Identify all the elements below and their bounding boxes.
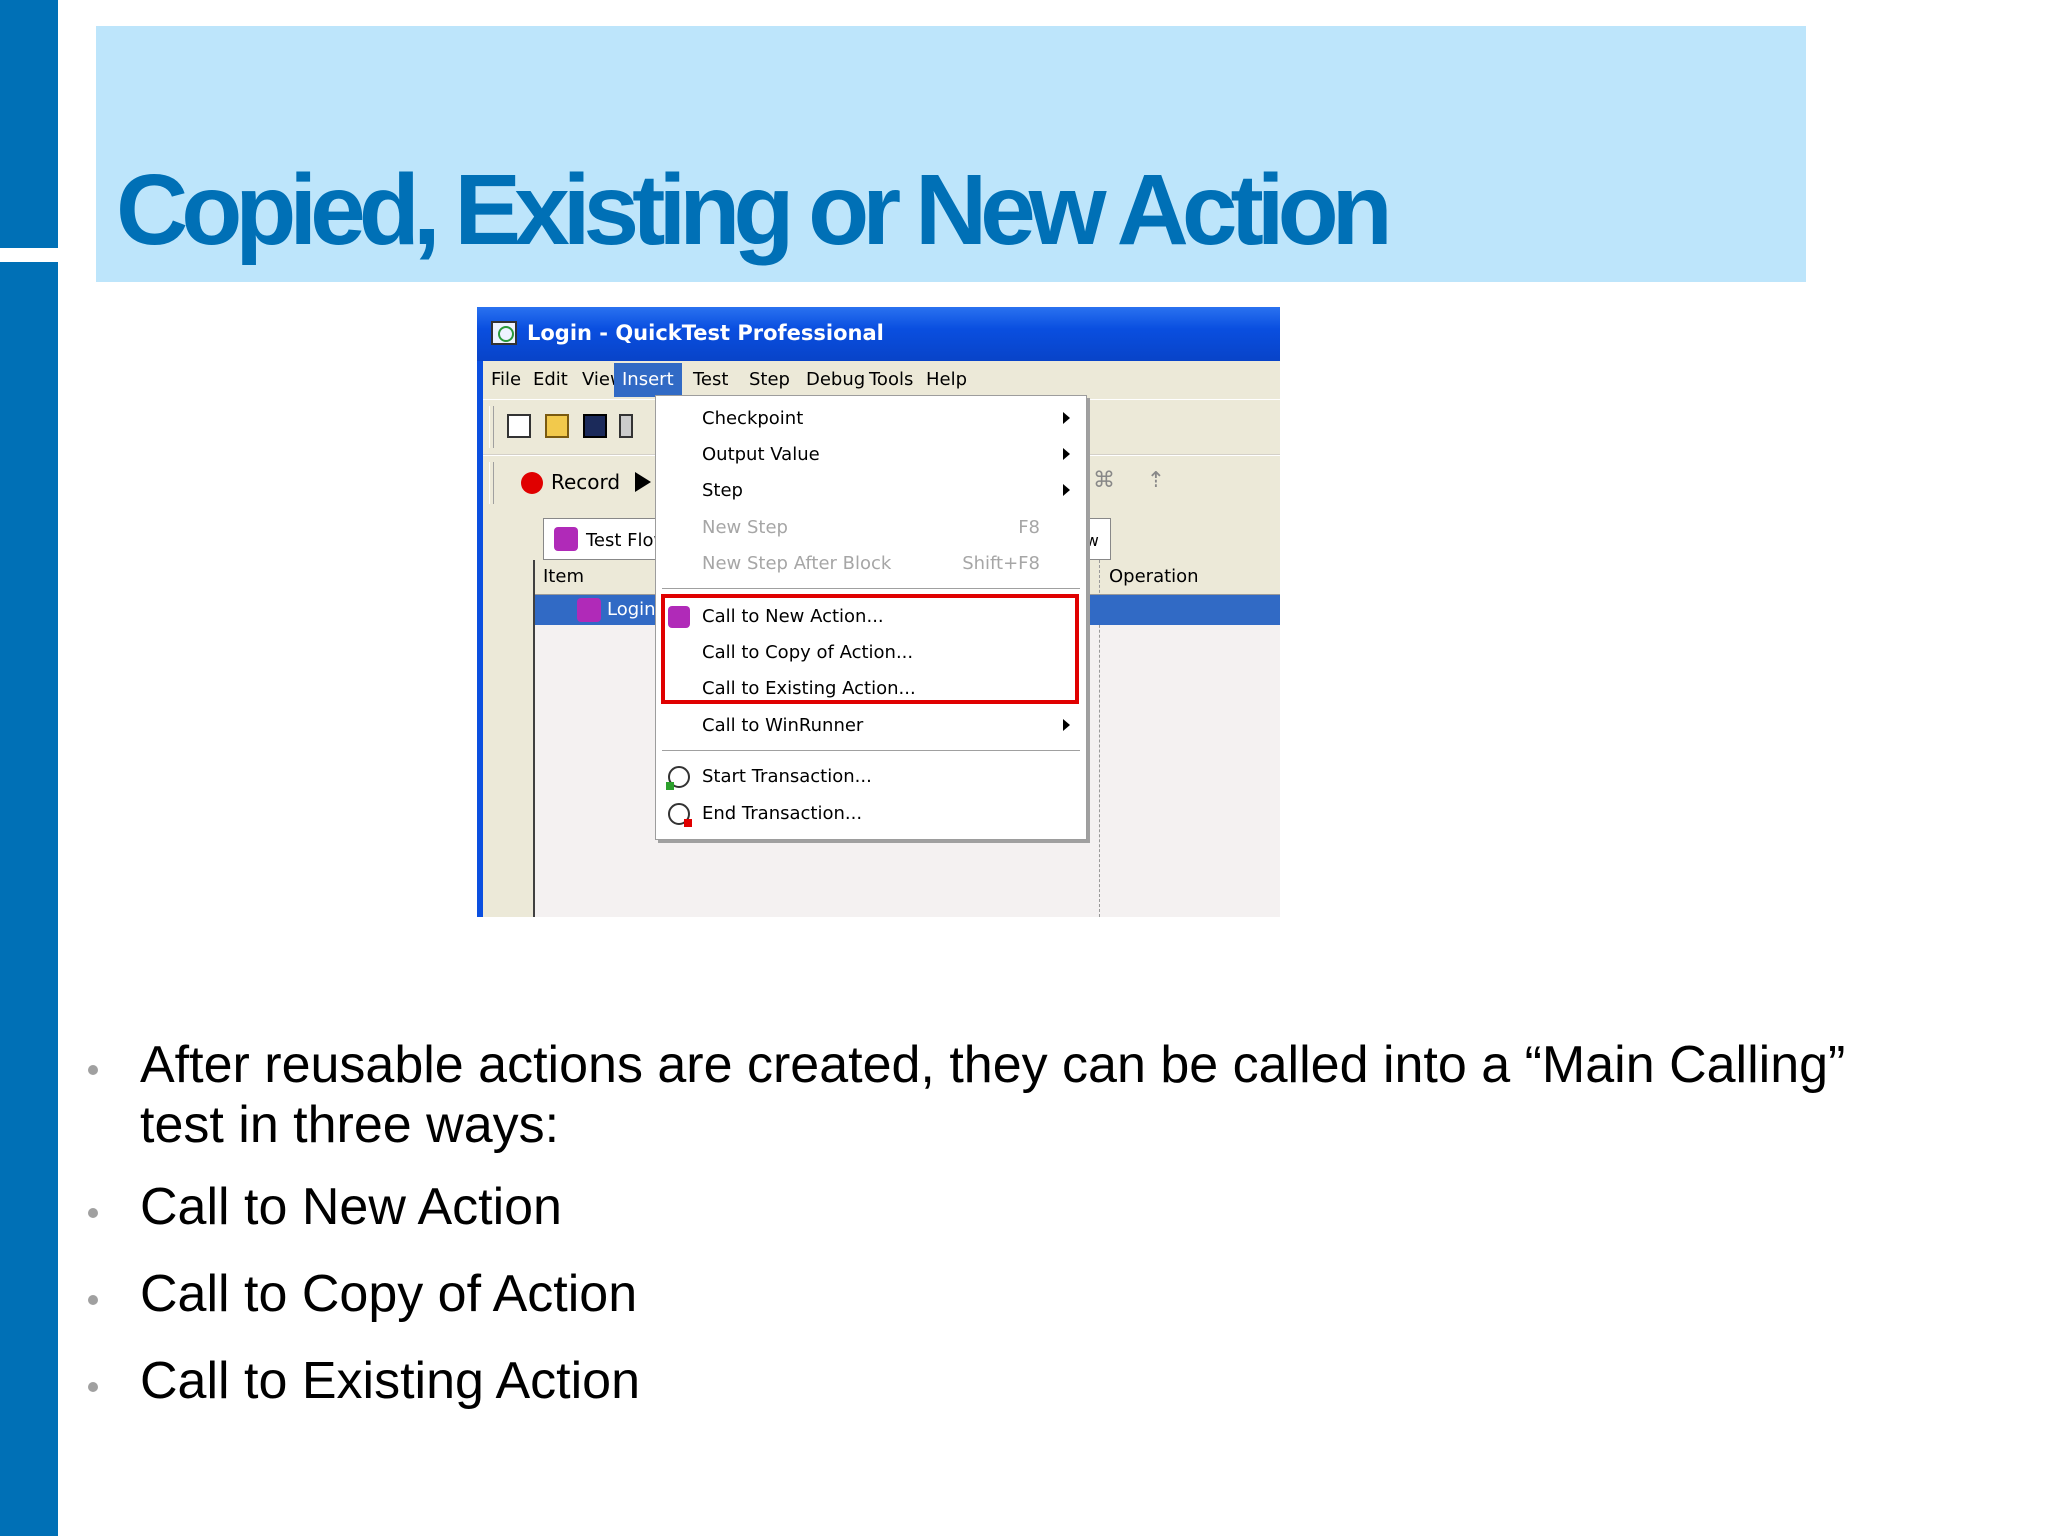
bullet-item: Call to New Action — [140, 1178, 562, 1236]
new-icon[interactable] — [507, 414, 531, 438]
menu-item-label: Checkpoint — [702, 408, 804, 429]
menu-item-output-value[interactable]: Output Value — [656, 436, 1086, 472]
submenu-arrow-icon — [1063, 448, 1070, 460]
menu-separator — [662, 588, 1080, 589]
left-accent-bar-top — [0, 0, 58, 248]
object-spy-icon[interactable]: ⌘ — [1091, 468, 1117, 494]
end-transaction-icon — [668, 803, 692, 827]
menu-item-label: Call to WinRunner — [702, 715, 864, 736]
menu-item-start-transaction[interactable]: Start Transaction... — [656, 758, 1086, 794]
bullet-marker — [88, 1295, 98, 1305]
menu-item-label: End Transaction... — [702, 803, 863, 824]
menu-item-label: New Step After Block — [702, 553, 892, 574]
submenu-arrow-icon — [1063, 719, 1070, 731]
menu-item-shortcut: Shift+F8 — [962, 553, 1040, 574]
menu-separator — [662, 750, 1080, 751]
menu-item-checkpoint[interactable]: Checkpoint — [656, 400, 1086, 436]
menu-item-shortcut: F8 — [1018, 517, 1040, 538]
start-transaction-icon — [666, 766, 690, 790]
open-folder-icon[interactable] — [545, 414, 569, 438]
action-icon — [577, 598, 601, 622]
bullet-item: Call to Existing Action — [140, 1352, 641, 1410]
menu-item-new-step-after-block[interactable]: New Step After Block Shift+F8 — [656, 545, 1086, 581]
menu-item-end-transaction[interactable]: End Transaction... — [656, 795, 1086, 831]
menu-bar: File Edit View Insert Test Step Debug To… — [483, 361, 1280, 399]
record-icon[interactable] — [521, 472, 543, 494]
bullet-marker — [88, 1065, 98, 1075]
submenu-arrow-icon — [1063, 484, 1070, 496]
menu-help[interactable]: Help — [926, 369, 967, 390]
menu-item-label: New Step — [702, 517, 788, 538]
submenu-arrow-icon — [1063, 412, 1070, 424]
slide-title: Copied, Existing or New Action — [116, 154, 1393, 266]
record-button-label[interactable]: Record — [551, 470, 620, 494]
bullet-marker — [88, 1382, 98, 1392]
bullet-item: Call to Copy of Action — [140, 1265, 638, 1323]
run-icon[interactable] — [635, 472, 651, 492]
left-accent-bar-bottom — [0, 262, 58, 1536]
menu-tools[interactable]: Tools — [869, 369, 913, 390]
menu-item-label: Start Transaction... — [702, 766, 872, 787]
menu-step[interactable]: Step — [749, 369, 790, 390]
save-icon[interactable] — [583, 414, 607, 438]
quicktest-app-icon — [491, 321, 517, 345]
menu-debug[interactable]: Debug — [806, 369, 865, 390]
menu-item-call-to-winrunner[interactable]: Call to WinRunner — [656, 707, 1086, 743]
menu-file[interactable]: File — [491, 369, 521, 390]
column-item[interactable]: Item — [543, 566, 584, 587]
bullet-item: After reusable actions are created, they… — [140, 1036, 1846, 1154]
menu-insert[interactable]: Insert — [614, 363, 682, 397]
window-title: Login - QuickTest Professional — [527, 321, 884, 345]
toolbar-grip[interactable] — [489, 406, 494, 448]
call-actions-highlight — [661, 594, 1079, 704]
window-titlebar[interactable]: Login - QuickTest Professional — [477, 307, 1280, 361]
bullet-marker — [88, 1208, 98, 1218]
test-flow-icon — [554, 527, 578, 551]
low-level-record-icon[interactable]: ⇡ — [1143, 468, 1169, 494]
menu-item-label: Output Value — [702, 444, 820, 465]
menu-item-new-step[interactable]: New Step F8 — [656, 509, 1086, 545]
row-item-label: Login — [607, 599, 656, 620]
menu-test[interactable]: Test — [693, 369, 728, 390]
print-icon[interactable] — [619, 414, 633, 438]
menu-item-step[interactable]: Step — [656, 472, 1086, 508]
toolbar-grip[interactable] — [489, 462, 494, 504]
menu-item-label: Step — [702, 480, 743, 501]
menu-edit[interactable]: Edit — [533, 369, 568, 390]
column-operation[interactable]: Operation — [1109, 566, 1199, 587]
